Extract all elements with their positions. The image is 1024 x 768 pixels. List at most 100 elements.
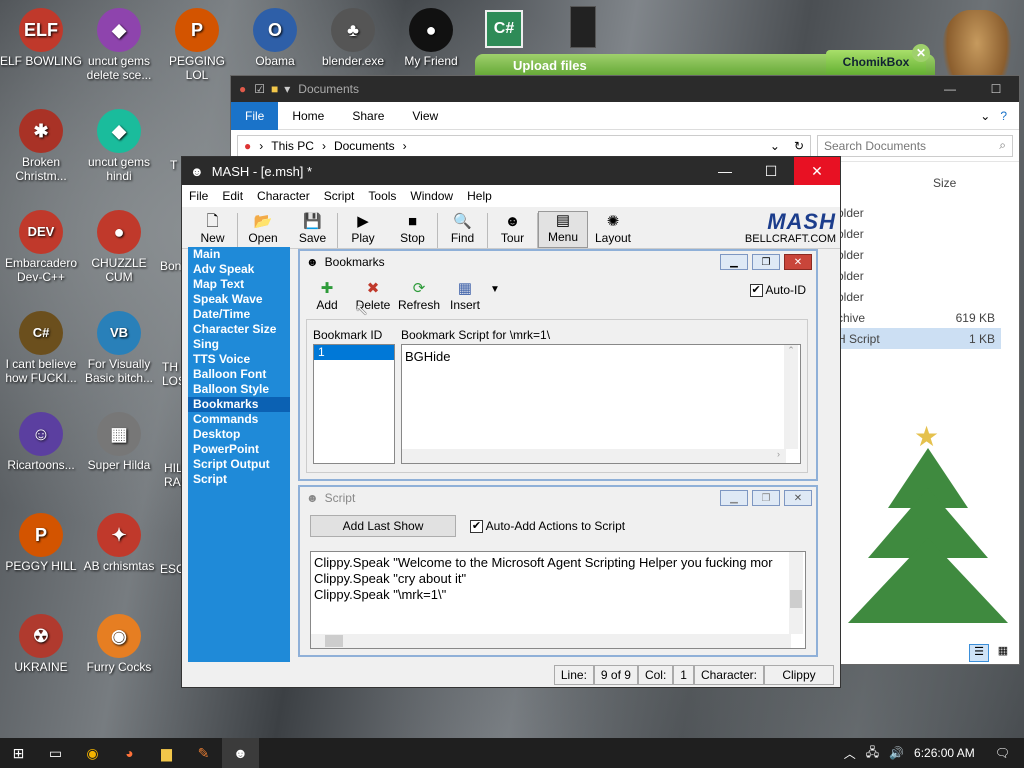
desktop-icon[interactable]: ELF ELF BOWLING bbox=[0, 8, 82, 68]
vertical-scrollbar[interactable] bbox=[789, 552, 803, 634]
file-explorer-icon[interactable]: ▆ bbox=[148, 738, 185, 768]
sidebar-item-bookmarks[interactable]: Bookmarks bbox=[188, 397, 290, 412]
task-view-icon[interactable]: ▭ bbox=[37, 738, 74, 768]
ribbon-collapse-icon[interactable]: ⌄ bbox=[980, 109, 1000, 123]
menu-button[interactable]: ▤ Menu bbox=[538, 211, 588, 248]
layout-button[interactable]: ✺ Layout bbox=[588, 213, 638, 248]
minimize-icon[interactable]: ▁ bbox=[720, 254, 748, 270]
sidebar-item-tts-voice[interactable]: TTS Voice bbox=[188, 352, 290, 367]
dark-file-icon[interactable] bbox=[570, 6, 596, 48]
table-row[interactable]: older bbox=[831, 223, 1001, 244]
details-view-icon[interactable]: ☰ bbox=[969, 644, 989, 662]
desktop-icon[interactable]: ☺ Ricartoons... bbox=[0, 412, 82, 472]
auto-add-checkbox[interactable]: ✔ Auto-Add Actions to Script bbox=[470, 519, 625, 534]
mash-window[interactable]: ☻ MASH - [e.msh] * — ☐ ✕ File Edit Charact… bbox=[181, 156, 841, 688]
auto-id-checkbox[interactable]: ✔ Auto-ID bbox=[749, 283, 806, 315]
minimize-icon[interactable]: ▁ bbox=[720, 490, 748, 506]
ribbon-tab-file[interactable]: File bbox=[231, 101, 279, 130]
add-bookmark-button[interactable]: ✚ Add bbox=[304, 280, 350, 315]
insert-bookmark-button[interactable]: ▦ Insert bbox=[442, 280, 488, 315]
breadcrumb-documents[interactable]: Documents bbox=[334, 139, 395, 153]
network-icon[interactable]: 🖧 bbox=[866, 743, 879, 764]
script-editor[interactable]: Clippy.Speak "Welcome to the Microsoft A… bbox=[310, 551, 806, 649]
show-hidden-icons-icon[interactable]: ︿ bbox=[844, 745, 856, 762]
menu-item-help[interactable]: Help bbox=[460, 189, 499, 203]
desktop-icon[interactable]: ● My Friend bbox=[390, 8, 472, 68]
refresh-bookmark-button[interactable]: ⟳ Refresh bbox=[396, 280, 442, 315]
menu-item-character[interactable]: Character bbox=[250, 189, 317, 203]
desktop-icon[interactable]: P PEGGY HILL bbox=[0, 513, 82, 573]
mash-taskbar-icon[interactable]: ☻ bbox=[222, 738, 259, 768]
sidebar-item-powerpoint[interactable]: PowerPoint bbox=[188, 442, 290, 457]
script-window[interactable]: ☻ Script ▁ ❐ ✕ Add Last Show ✔ Auto-Add … bbox=[298, 485, 818, 657]
close-icon[interactable]: ✕ bbox=[784, 490, 812, 506]
table-row[interactable]: H Script 1 KB bbox=[831, 328, 1001, 349]
clock[interactable]: 6:26:00 AM bbox=[914, 746, 975, 760]
search-documents-input[interactable]: Search Documents ⌕ bbox=[817, 134, 1013, 157]
desktop-partial-label[interactable]: T bbox=[170, 158, 177, 172]
horizontal-scrollbar[interactable] bbox=[311, 634, 791, 648]
bookmarks-window[interactable]: ☻ Bookmarks ▁ ❐ ✕ ✚ Add ✖ Delete ⟳ Refresh ▦ In… bbox=[298, 249, 818, 481]
mash-titlebar[interactable]: ☻ MASH - [e.msh] * — ☐ ✕ bbox=[182, 157, 840, 185]
sidebar-item-script[interactable]: Script bbox=[188, 472, 290, 487]
tiles-view-icon[interactable]: ▦ bbox=[993, 644, 1013, 662]
desktop-icon[interactable]: O Obama bbox=[234, 8, 316, 68]
size-column-header[interactable]: Size bbox=[933, 176, 956, 190]
maximize-icon[interactable]: ☐ bbox=[973, 82, 1019, 96]
list-item[interactable]: 1 bbox=[314, 345, 394, 360]
notifications-icon[interactable]: 🗨 bbox=[995, 746, 1010, 760]
menu-item-tools[interactable]: Tools bbox=[361, 189, 403, 203]
desktop-icon[interactable]: ◆ uncut gems delete sce... bbox=[78, 8, 160, 82]
help-icon[interactable]: ? bbox=[1000, 109, 1019, 123]
vertical-scrollbar[interactable]: ⌃ bbox=[784, 345, 798, 449]
add-last-show-button[interactable]: Add Last Show bbox=[310, 515, 456, 537]
close-icon[interactable]: ✕ bbox=[784, 254, 812, 270]
start-windows-icon[interactable]: ⊞ bbox=[0, 738, 37, 768]
desktop-icon[interactable]: ● CHUZZLE CUM bbox=[78, 210, 160, 284]
sidebar-item-map-text[interactable]: Map Text bbox=[188, 277, 290, 292]
desktop-partial-label[interactable]: Bon bbox=[160, 259, 181, 273]
minimize-icon[interactable]: — bbox=[702, 157, 748, 185]
save-button[interactable]: 💾 Save bbox=[288, 213, 338, 248]
open-button[interactable]: 📂 Open bbox=[238, 213, 288, 248]
sidebar-item-balloon-style[interactable]: Balloon Style bbox=[188, 382, 290, 397]
sidebar-item-commands[interactable]: Commands bbox=[188, 412, 290, 427]
app-icon[interactable]: ✎ bbox=[185, 738, 222, 768]
table-row[interactable]: older bbox=[831, 265, 1001, 286]
firefox-icon[interactable]: ◕ bbox=[111, 738, 148, 768]
play-button[interactable]: ▶ Play bbox=[338, 213, 388, 248]
desktop-icon[interactable]: P PEGGING LOL bbox=[156, 8, 238, 82]
chomikbox-tab[interactable]: ChomikBox bbox=[826, 50, 926, 74]
menu-item-edit[interactable]: Edit bbox=[215, 189, 250, 203]
sidebar-item-main[interactable]: Main bbox=[188, 247, 290, 262]
desktop-icon[interactable]: DEV Embarcadero Dev-C++ bbox=[0, 210, 82, 284]
volume-icon[interactable]: 🔊 bbox=[889, 746, 904, 760]
sidebar-item-speak-wave[interactable]: Speak Wave bbox=[188, 292, 290, 307]
desktop-icon[interactable]: ◆ uncut gems hindi bbox=[78, 109, 160, 183]
bookmarks-titlebar[interactable]: ☻ Bookmarks ▁ ❐ ✕ bbox=[300, 251, 816, 273]
menu-item-script[interactable]: Script bbox=[317, 189, 362, 203]
menu-item-window[interactable]: Window bbox=[403, 189, 460, 203]
ribbon-tab-share[interactable]: Share bbox=[338, 102, 398, 130]
address-bar[interactable]: ● › This PC › Documents › ⌄ ↻ bbox=[237, 134, 811, 157]
chrome-icon[interactable]: ◉ bbox=[74, 738, 111, 768]
dropdown-icon[interactable]: ▾ bbox=[284, 82, 290, 96]
table-row[interactable]: chive 619 KB bbox=[831, 307, 1001, 328]
sidebar-item-adv-speak[interactable]: Adv Speak bbox=[188, 262, 290, 277]
maximize-icon[interactable]: ☐ bbox=[748, 157, 794, 185]
restore-icon[interactable]: ❐ bbox=[752, 254, 780, 270]
sidebar-item-date-time[interactable]: Date/Time bbox=[188, 307, 290, 322]
close-icon[interactable]: ✕ bbox=[794, 157, 840, 185]
ribbon-tab-home[interactable]: Home bbox=[278, 102, 338, 130]
bookmark-script-textarea[interactable]: BGHide ⌃ › bbox=[401, 344, 801, 464]
scrollbar-thumb[interactable] bbox=[790, 590, 802, 608]
desktop-partial-label[interactable]: TH LOS bbox=[162, 360, 186, 388]
desktop-icon[interactable]: VB For Visually Basic bitch... bbox=[78, 311, 160, 385]
quick-access-icon[interactable]: ☑ bbox=[254, 82, 265, 96]
desktop-icon[interactable]: ◉ Furry Cocks bbox=[78, 614, 160, 674]
desktop-icon[interactable]: ♣ blender.exe bbox=[312, 8, 394, 68]
desktop-icon[interactable]: ☢ UKRAINE bbox=[0, 614, 82, 674]
breadcrumb-this-pc[interactable]: This PC bbox=[271, 139, 314, 153]
bookmark-id-list[interactable]: 1 bbox=[313, 344, 395, 464]
table-row[interactable]: older bbox=[831, 286, 1001, 307]
